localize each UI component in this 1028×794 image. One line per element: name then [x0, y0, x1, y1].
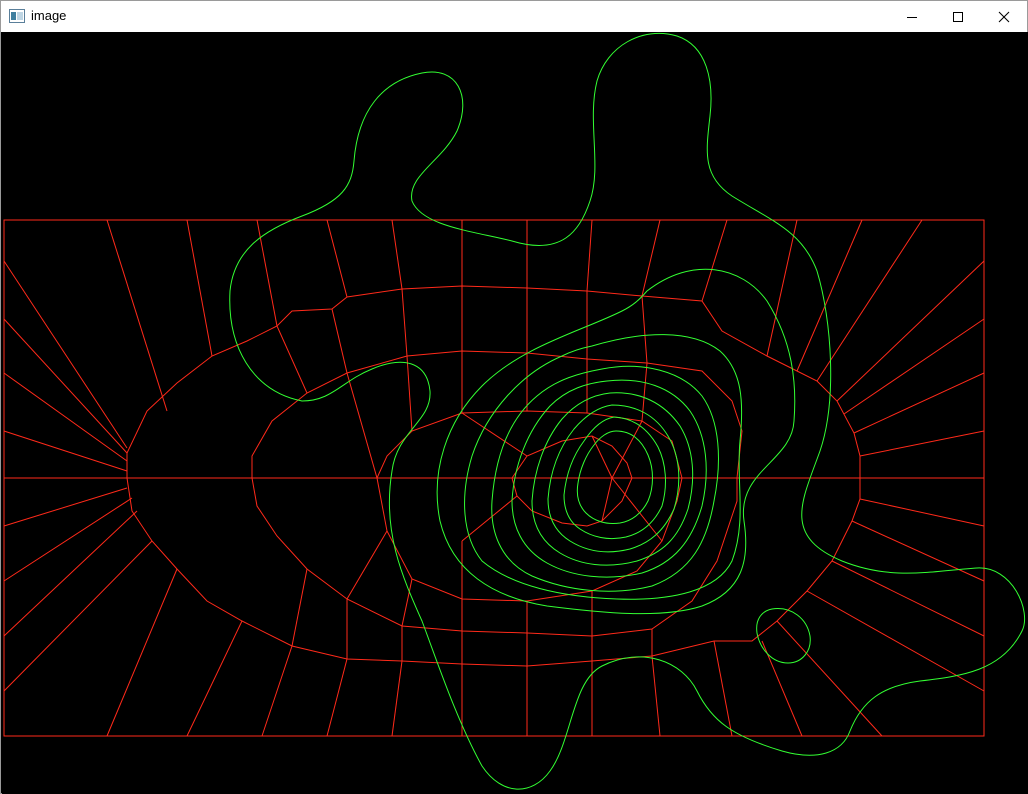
maximize-icon	[953, 11, 963, 22]
image-window: image	[0, 0, 1028, 794]
minimize-button[interactable]	[889, 1, 935, 32]
maximize-button[interactable]	[935, 1, 981, 32]
minimize-icon	[907, 16, 917, 18]
mesh-grid	[3, 219, 985, 737]
image-canvas	[2, 32, 1028, 794]
title-bar[interactable]: image	[1, 1, 1027, 32]
close-button[interactable]	[981, 1, 1027, 32]
close-icon	[998, 11, 1010, 22]
window-title: image	[31, 8, 67, 23]
app-window-icon	[9, 9, 25, 23]
contour-lines	[229, 32, 1026, 790]
